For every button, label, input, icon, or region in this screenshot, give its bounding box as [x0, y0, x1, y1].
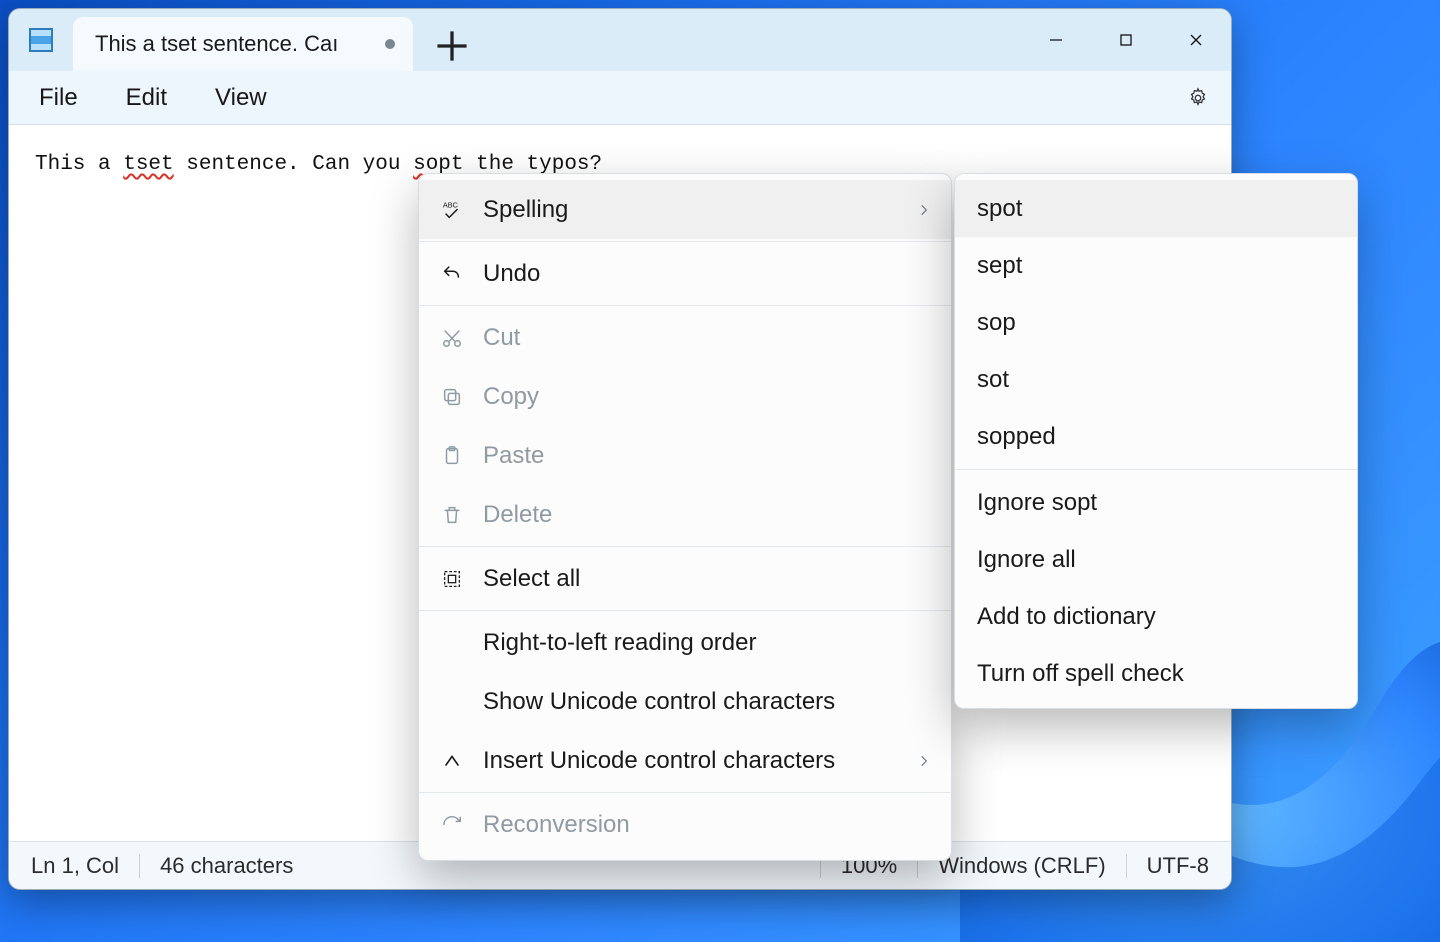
add-to-dictionary[interactable]: Add to dictionary [955, 588, 1357, 645]
status-encoding[interactable]: UTF-8 [1147, 853, 1209, 879]
status-char-count: 46 characters [160, 853, 293, 879]
status-line-ending[interactable]: Windows (CRLF) [938, 853, 1105, 879]
title-bar[interactable]: This a tset sentence. Caı [9, 9, 1231, 71]
maximize-button[interactable] [1091, 9, 1161, 71]
minimize-button[interactable] [1021, 9, 1091, 71]
tab-strip: This a tset sentence. Caı [73, 9, 477, 71]
settings-button[interactable] [1175, 81, 1221, 115]
ctx-divider [419, 305, 951, 306]
ctx-cut-label: Cut [483, 324, 931, 352]
suggestion-label: sept [977, 252, 1022, 280]
chevron-right-icon [917, 754, 931, 768]
document-tab[interactable]: This a tset sentence. Caı [73, 17, 413, 71]
menu-bar: File Edit View [9, 71, 1231, 125]
copy-icon [439, 386, 465, 408]
suggestion-item[interactable]: sot [955, 351, 1357, 408]
window-controls [1021, 9, 1231, 71]
select-all-icon [439, 568, 465, 590]
ctx-undo-label: Undo [483, 260, 931, 288]
gear-icon [1187, 87, 1209, 109]
status-position: Ln 1, Col [31, 853, 119, 879]
close-button[interactable] [1161, 9, 1231, 71]
ctx-insert-unicode-label: Insert Unicode control characters [483, 747, 899, 775]
menu-view[interactable]: View [195, 78, 287, 118]
menu-view-label: View [215, 84, 267, 111]
chevron-right-icon [917, 203, 931, 217]
ctx-divider [419, 610, 951, 611]
document-tab-title: This a tset sentence. Caı [95, 31, 338, 57]
text-segment: This a [35, 153, 123, 176]
ctx-copy-label: Copy [483, 383, 931, 411]
trash-icon [439, 504, 465, 526]
ctx-rtl[interactable]: Right-to-left reading order [419, 613, 951, 672]
ctx-paste: Paste [419, 426, 951, 485]
minimize-icon [1048, 32, 1064, 48]
menu-edit[interactable]: Edit [106, 78, 187, 118]
submenu-divider [955, 469, 1357, 470]
ctx-select-all[interactable]: Select all [419, 549, 951, 608]
suggestion-item[interactable]: sept [955, 237, 1357, 294]
close-icon [1188, 32, 1204, 48]
ctx-spelling-label: Spelling [483, 196, 899, 224]
ctx-rtl-label: Right-to-left reading order [483, 629, 931, 657]
paste-icon [439, 445, 465, 467]
ctx-spelling[interactable]: ABC Spelling [419, 180, 951, 239]
turn-off-spell-check-label: Turn off spell check [977, 660, 1184, 688]
spellcheck-icon: ABC [439, 199, 465, 221]
ctx-paste-label: Paste [483, 442, 931, 470]
context-menu: ABC Spelling Undo Cut Copy Paste [418, 173, 952, 861]
turn-off-spell-check[interactable]: Turn off spell check [955, 645, 1357, 702]
suggestion-item[interactable]: sop [955, 294, 1357, 351]
ctx-divider [419, 546, 951, 547]
ignore-word[interactable]: Ignore sopt [955, 474, 1357, 531]
reconversion-icon [439, 814, 465, 836]
status-separator [1126, 854, 1127, 878]
suggestion-item[interactable]: spot [955, 180, 1357, 237]
ctx-copy: Copy [419, 367, 951, 426]
ctx-show-unicode-label: Show Unicode control characters [483, 688, 931, 716]
cut-icon [439, 327, 465, 349]
notepad-icon [29, 28, 53, 52]
misspelled-word: tset [123, 153, 173, 176]
menu-file[interactable]: File [19, 78, 98, 118]
title-bar-drag-region[interactable] [477, 9, 1021, 71]
status-separator [139, 854, 140, 878]
suggestion-label: sop [977, 309, 1016, 337]
ctx-divider [419, 241, 951, 242]
suggestion-label: sot [977, 366, 1009, 394]
maximize-icon [1118, 32, 1134, 48]
ctx-delete-label: Delete [483, 501, 931, 529]
ignore-all-label: Ignore all [977, 546, 1076, 574]
ctx-cut: Cut [419, 308, 951, 367]
suggestion-label: sopped [977, 423, 1056, 451]
caret-icon [439, 750, 465, 772]
text-segment: sentence. Can you [174, 153, 413, 176]
ignore-all[interactable]: Ignore all [955, 531, 1357, 588]
menu-file-label: File [39, 84, 78, 111]
new-tab-button[interactable] [427, 21, 477, 71]
app-icon [9, 9, 73, 71]
ctx-undo[interactable]: Undo [419, 244, 951, 303]
ctx-divider [419, 792, 951, 793]
svg-text:ABC: ABC [443, 200, 459, 209]
ctx-delete: Delete [419, 485, 951, 544]
undo-icon [439, 263, 465, 285]
menu-edit-label: Edit [126, 84, 167, 111]
ctx-reconversion-label: Reconversion [483, 811, 931, 839]
suggestion-label: spot [977, 195, 1022, 223]
ctx-insert-unicode[interactable]: Insert Unicode control characters [419, 731, 951, 790]
suggestion-item[interactable]: sopped [955, 408, 1357, 465]
ignore-word-label: Ignore sopt [977, 489, 1097, 517]
ctx-show-unicode[interactable]: Show Unicode control characters [419, 672, 951, 731]
spelling-submenu: spot sept sop sot sopped Ignore sopt Ign… [954, 173, 1358, 709]
add-to-dictionary-label: Add to dictionary [977, 603, 1156, 631]
ctx-reconversion: Reconversion [419, 795, 951, 854]
unsaved-indicator-icon [385, 39, 395, 49]
plus-icon [427, 21, 477, 71]
ctx-select-all-label: Select all [483, 565, 931, 593]
